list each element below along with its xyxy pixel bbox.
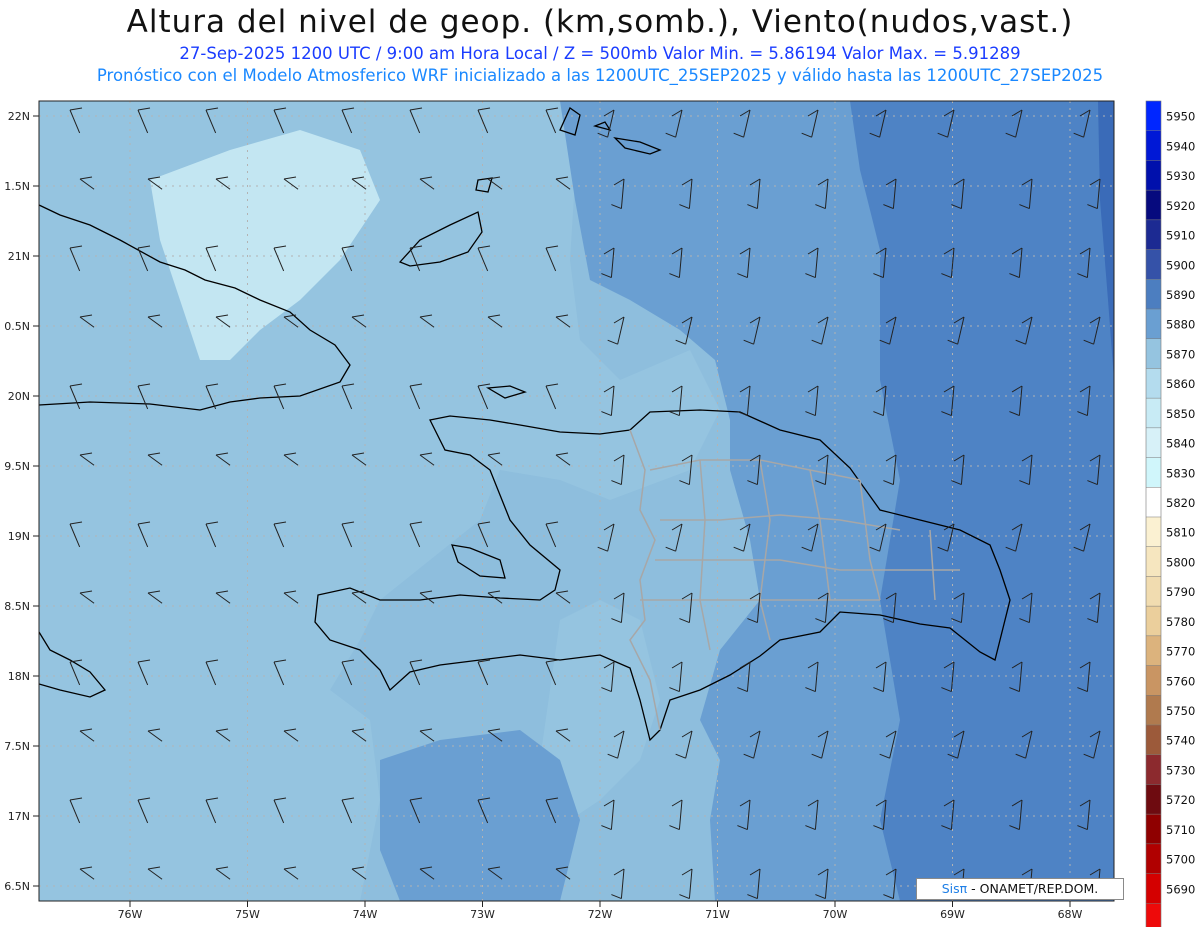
lat-label: 8.5N [4, 600, 30, 613]
colorbar-label: 5700 [1166, 853, 1195, 867]
colorbar-swatch [1146, 427, 1161, 458]
colorbar-label: 5800 [1166, 555, 1195, 569]
colorbar-swatch [1146, 487, 1161, 517]
colorbar-label: 5730 [1166, 763, 1195, 777]
colorbar-label: 5690 [1166, 882, 1195, 896]
colorbar-label: 5890 [1166, 288, 1195, 302]
lon-label: 71W [705, 908, 730, 921]
colorbar-label: 5950 [1166, 110, 1195, 124]
lon-label: 73W [470, 908, 495, 921]
lon-label: 74W [353, 908, 378, 921]
colorbar-swatch [1146, 635, 1161, 666]
colorbar-swatch [1146, 814, 1161, 844]
colorbar-swatch [1146, 219, 1161, 250]
colorbar-swatch [1146, 308, 1161, 339]
colorbar-swatch [1146, 665, 1161, 696]
colorbar-label: 5790 [1166, 585, 1195, 599]
lat-label: 0.5N [4, 320, 30, 333]
lat-label: 21N [8, 250, 30, 263]
colorbar-label: 5710 [1166, 823, 1195, 837]
colorbar-label: 5920 [1166, 199, 1195, 213]
lat-label: 17N [8, 810, 30, 823]
colorbar-label: 5860 [1166, 377, 1195, 391]
colorbar-swatch [1146, 576, 1161, 607]
colorbar-swatch [1146, 546, 1161, 577]
colorbar-swatch [1146, 190, 1161, 220]
colorbar-swatch [1146, 843, 1161, 874]
colorbar-swatch [1146, 160, 1161, 191]
colorbar-swatch [1146, 279, 1161, 309]
colorbar-swatch [1146, 130, 1161, 161]
lat-label: 6.5N [4, 880, 30, 893]
colorbar-swatch [1146, 873, 1161, 904]
colorbar-swatch [1146, 695, 1161, 725]
colorbar-label: 5870 [1166, 347, 1195, 361]
forecast-map: 22N 1.5N 21N 0.5N 20N 9.5N 19N 8.5N 18N 7.5N 17N 6.… [4, 100, 1195, 927]
colorbar-label: 5760 [1166, 674, 1195, 688]
colorbar-swatch [1146, 368, 1161, 399]
lon-label: 68W [1058, 908, 1083, 921]
colorbar-label: 5910 [1166, 229, 1195, 243]
colorbar: 5950 5940 5930 5920 5910 5900 5890 5880 5870 5860… [1145, 100, 1195, 927]
colorbar-swatch [1146, 516, 1161, 547]
lat-label: 7.5N [4, 740, 30, 753]
colorbar-label: 5770 [1166, 645, 1195, 659]
lon-label: 69W [940, 908, 965, 921]
colorbar-label: 5930 [1166, 169, 1195, 183]
credit-text: - ONAMET/REP.DOM. [967, 881, 1099, 896]
lat-label: 18N [8, 670, 30, 683]
latitude-labels: 22N 1.5N 21N 0.5N 20N 9.5N 19N 8.5N 18N 7.5N 17N 6.… [4, 110, 39, 893]
lon-label: 70W [823, 908, 848, 921]
credit-box: Sisπ - ONAMET/REP.DOM. [916, 878, 1124, 900]
lon-label: 75W [235, 908, 260, 921]
colorbar-label: 5810 [1166, 526, 1195, 540]
colorbar-swatch [1146, 398, 1161, 428]
colorbar-label: 5720 [1166, 793, 1195, 807]
colorbar-label: 5940 [1166, 139, 1195, 153]
colorbar-swatch [1146, 903, 1161, 927]
colorbar-swatch [1146, 249, 1161, 280]
longitude-labels: 76W 75W 74W 73W 72W 71W 70W 69W 68W [118, 901, 1083, 921]
colorbar-label: 5740 [1166, 734, 1195, 748]
colorbar-label: 5820 [1166, 496, 1195, 510]
lat-label: 22N [8, 110, 30, 123]
lat-label: 1.5N [4, 180, 30, 193]
colorbar-label: 5880 [1166, 318, 1195, 332]
sispi-logo: Sisπ [941, 881, 968, 896]
colorbar-swatch [1146, 754, 1161, 785]
colorbar-label: 5900 [1166, 258, 1195, 272]
colorbar-swatch [1146, 724, 1161, 755]
lat-label: 9.5N [4, 460, 30, 473]
colorbar-swatch [1146, 606, 1161, 636]
lon-label: 72W [588, 908, 613, 921]
colorbar-swatch [1146, 101, 1161, 131]
colorbar-swatch [1146, 457, 1161, 488]
colorbar-label: 5830 [1166, 466, 1195, 480]
lat-label: 20N [8, 390, 30, 403]
colorbar-label: 5840 [1166, 437, 1195, 451]
colorbar-swatch [1146, 338, 1161, 369]
lat-label: 19N [8, 530, 30, 543]
lon-label: 76W [118, 908, 143, 921]
colorbar-label: 5750 [1166, 704, 1195, 718]
colorbar-swatch [1146, 784, 1161, 815]
colorbar-label: 5850 [1166, 407, 1195, 421]
colorbar-label: 5780 [1166, 615, 1195, 629]
